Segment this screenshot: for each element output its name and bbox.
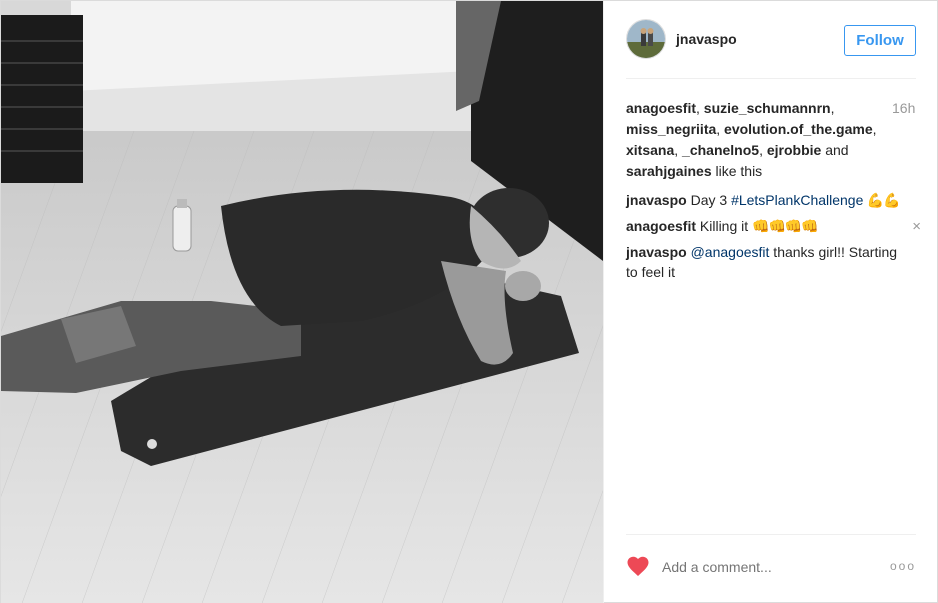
comment-author[interactable]: jnavaspo [626, 244, 687, 260]
comment-item: jnavaspo Day 3 #LetsPlankChallenge 💪💪 [626, 190, 921, 211]
likes-separator: , [674, 142, 683, 158]
post-author-username[interactable]: jnavaspo [676, 31, 737, 47]
likes-separator: , [759, 142, 767, 158]
comment-text: Killing it [696, 218, 753, 234]
likes-summary: anagoesfit, suzie_schumannrn, miss_negri… [626, 98, 888, 182]
post-photo[interactable] [1, 1, 603, 603]
close-icon[interactable]: × [912, 217, 921, 237]
comment-list: jnavaspo Day 3 #LetsPlankChallenge 💪💪 an… [626, 190, 921, 287]
flexed-biceps-emoji: 💪💪 [863, 193, 901, 209]
post-sidebar: jnavaspo Follow anagoesfit, suzie_schuma… [603, 1, 938, 603]
comment-item: jnavaspo @anagoesfit thanks girl!! Start… [626, 242, 921, 282]
liker-link[interactable]: suzie_schumannrn [704, 100, 831, 116]
follow-button[interactable]: Follow [844, 25, 916, 56]
more-options-icon[interactable]: ooo [890, 559, 916, 573]
heart-icon[interactable] [626, 555, 650, 577]
comment-author[interactable]: jnavaspo [626, 192, 687, 208]
likes-separator: , [696, 100, 704, 116]
plank-photo-illustration [1, 1, 603, 603]
liker-link[interactable]: xitsana [626, 142, 674, 158]
avatar[interactable] [626, 19, 666, 59]
liker-link[interactable]: sarahjgaines [626, 163, 712, 179]
divider [626, 534, 916, 535]
likes-separator: , [716, 121, 725, 137]
likes-separator: , [872, 121, 877, 137]
comment-author[interactable]: anagoesfit [626, 218, 696, 234]
hashtag-link[interactable]: #LetsPlankChallenge [731, 192, 863, 208]
likes-separator: , [830, 100, 835, 116]
instagram-post: jnavaspo Follow anagoesfit, suzie_schuma… [0, 0, 938, 603]
post-header: jnavaspo Follow [626, 19, 916, 79]
liker-link[interactable]: _chanelno5 [682, 142, 759, 158]
likes-suffix: like this [711, 163, 763, 179]
liker-link[interactable]: ejrobbie [767, 142, 821, 158]
liker-link[interactable]: evolution.of_the.game [724, 121, 873, 137]
liker-link[interactable]: miss_negriita [626, 121, 716, 137]
mention-link[interactable]: @anagoesfit [687, 244, 770, 260]
add-comment-input[interactable] [662, 556, 872, 578]
likes-and: and [821, 142, 849, 158]
fist-bump-emoji: 👊👊👊👊 [752, 219, 819, 235]
avatar-image [627, 20, 665, 58]
comment-text: Day 3 [686, 192, 732, 208]
post-timestamp[interactable]: 16h [892, 100, 915, 116]
comment-item: anagoesfit Killing it 👊👊👊👊 × [626, 216, 921, 237]
liker-link[interactable]: anagoesfit [626, 100, 696, 116]
